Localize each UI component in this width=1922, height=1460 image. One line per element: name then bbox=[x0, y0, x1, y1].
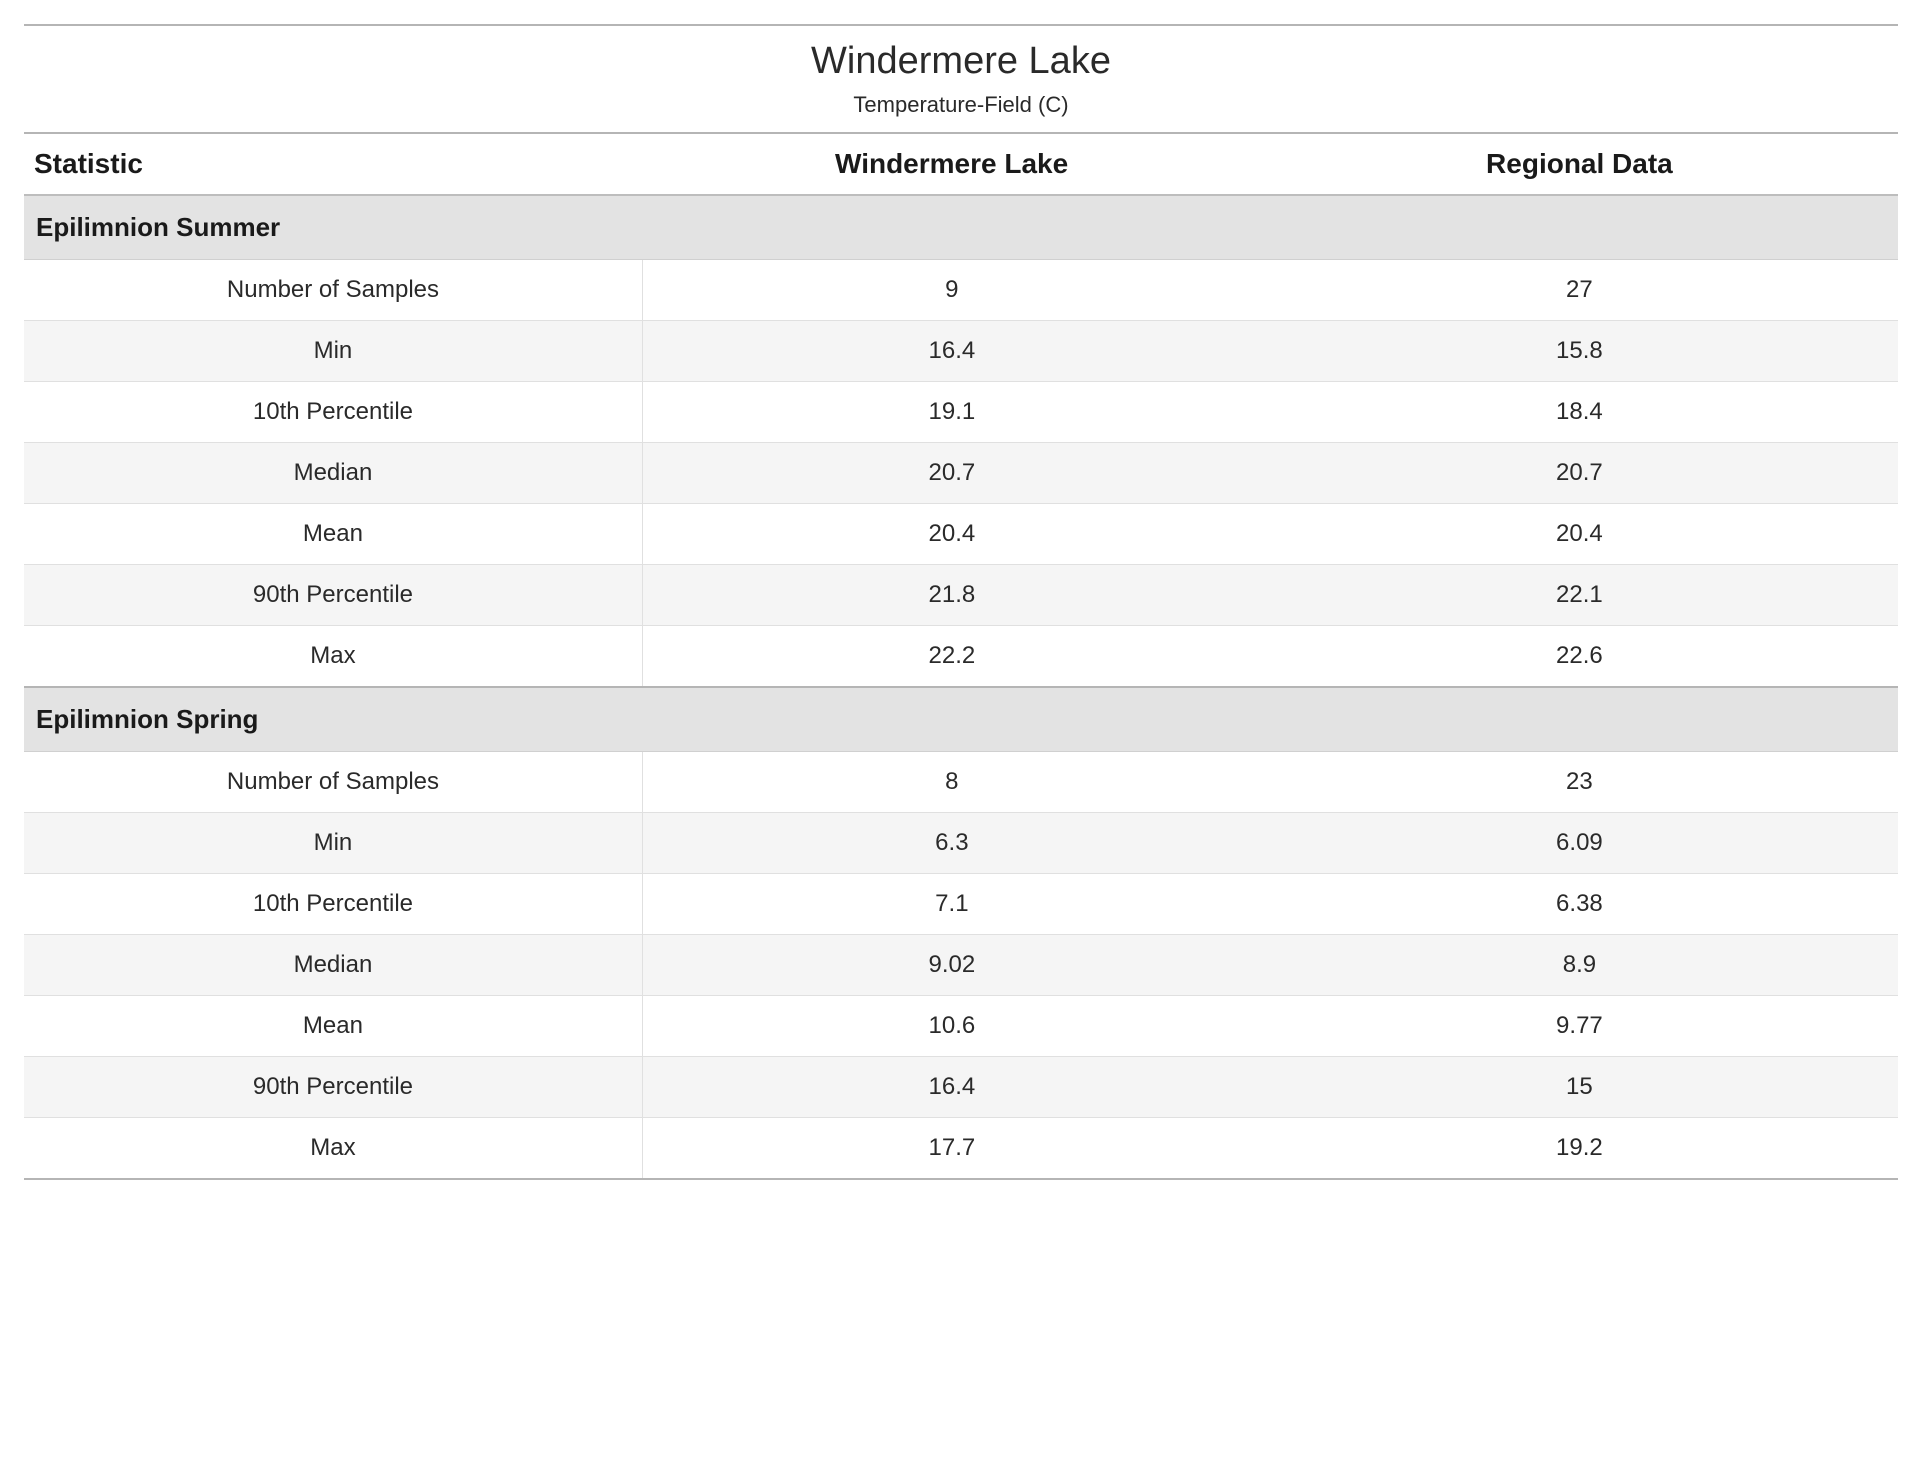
stat-name-cell: 10th Percentile bbox=[24, 381, 642, 442]
stat-name-cell: Max bbox=[24, 1117, 642, 1179]
region-value-cell: 27 bbox=[1261, 259, 1898, 320]
stat-name-cell: Number of Samples bbox=[24, 751, 642, 812]
region-value-cell: 20.4 bbox=[1261, 503, 1898, 564]
stat-name-cell: Mean bbox=[24, 995, 642, 1056]
table-row: 10th Percentile7.16.38 bbox=[24, 873, 1898, 934]
table-row: Mean20.420.4 bbox=[24, 503, 1898, 564]
region-value-cell: 15 bbox=[1261, 1056, 1898, 1117]
table-body: Epilimnion SummerNumber of Samples927Min… bbox=[24, 195, 1898, 1179]
region-value-cell: 22.1 bbox=[1261, 564, 1898, 625]
stat-name-cell: Min bbox=[24, 812, 642, 873]
page-container: Windermere Lake Temperature-Field (C) St… bbox=[0, 0, 1922, 1220]
section-title: Epilimnion Summer bbox=[24, 195, 1898, 260]
region-value-cell: 23 bbox=[1261, 751, 1898, 812]
col-header-region: Regional Data bbox=[1261, 134, 1898, 195]
table-row: Median9.028.9 bbox=[24, 934, 1898, 995]
region-value-cell: 18.4 bbox=[1261, 381, 1898, 442]
table-subtitle: Temperature-Field (C) bbox=[24, 92, 1898, 118]
region-value-cell: 19.2 bbox=[1261, 1117, 1898, 1179]
site-value-cell: 9.02 bbox=[642, 934, 1260, 995]
table-row: Number of Samples823 bbox=[24, 751, 1898, 812]
section-header-row: Epilimnion Spring bbox=[24, 687, 1898, 752]
stat-name-cell: Min bbox=[24, 320, 642, 381]
section-title: Epilimnion Spring bbox=[24, 687, 1898, 752]
stat-name-cell: 90th Percentile bbox=[24, 1056, 642, 1117]
site-value-cell: 8 bbox=[642, 751, 1260, 812]
site-value-cell: 9 bbox=[642, 259, 1260, 320]
region-value-cell: 6.38 bbox=[1261, 873, 1898, 934]
site-value-cell: 22.2 bbox=[642, 625, 1260, 687]
region-value-cell: 20.7 bbox=[1261, 442, 1898, 503]
table-title: Windermere Lake bbox=[24, 38, 1898, 86]
statistics-table: Statistic Windermere Lake Regional Data … bbox=[24, 134, 1898, 1180]
stat-name-cell: 10th Percentile bbox=[24, 873, 642, 934]
table-title-block: Windermere Lake Temperature-Field (C) bbox=[24, 26, 1898, 134]
site-value-cell: 16.4 bbox=[642, 1056, 1260, 1117]
table-row: Min6.36.09 bbox=[24, 812, 1898, 873]
table-row: Min16.415.8 bbox=[24, 320, 1898, 381]
stat-name-cell: Median bbox=[24, 442, 642, 503]
site-value-cell: 10.6 bbox=[642, 995, 1260, 1056]
table-row: Mean10.69.77 bbox=[24, 995, 1898, 1056]
table-row: Number of Samples927 bbox=[24, 259, 1898, 320]
column-header-row: Statistic Windermere Lake Regional Data bbox=[24, 134, 1898, 195]
region-value-cell: 15.8 bbox=[1261, 320, 1898, 381]
site-value-cell: 17.7 bbox=[642, 1117, 1260, 1179]
site-value-cell: 20.7 bbox=[642, 442, 1260, 503]
site-value-cell: 21.8 bbox=[642, 564, 1260, 625]
table-row: 90th Percentile16.415 bbox=[24, 1056, 1898, 1117]
table-row: 90th Percentile21.822.1 bbox=[24, 564, 1898, 625]
region-value-cell: 22.6 bbox=[1261, 625, 1898, 687]
region-value-cell: 9.77 bbox=[1261, 995, 1898, 1056]
site-value-cell: 16.4 bbox=[642, 320, 1260, 381]
stat-name-cell: Number of Samples bbox=[24, 259, 642, 320]
site-value-cell: 6.3 bbox=[642, 812, 1260, 873]
table-row: Max17.719.2 bbox=[24, 1117, 1898, 1179]
col-header-site: Windermere Lake bbox=[642, 134, 1260, 195]
table-row: 10th Percentile19.118.4 bbox=[24, 381, 1898, 442]
region-value-cell: 8.9 bbox=[1261, 934, 1898, 995]
table-row: Max22.222.6 bbox=[24, 625, 1898, 687]
region-value-cell: 6.09 bbox=[1261, 812, 1898, 873]
site-value-cell: 20.4 bbox=[642, 503, 1260, 564]
stat-name-cell: Mean bbox=[24, 503, 642, 564]
stat-name-cell: Max bbox=[24, 625, 642, 687]
section-header-row: Epilimnion Summer bbox=[24, 195, 1898, 260]
site-value-cell: 19.1 bbox=[642, 381, 1260, 442]
stat-name-cell: Median bbox=[24, 934, 642, 995]
site-value-cell: 7.1 bbox=[642, 873, 1260, 934]
stat-name-cell: 90th Percentile bbox=[24, 564, 642, 625]
table-row: Median20.720.7 bbox=[24, 442, 1898, 503]
col-header-statistic: Statistic bbox=[24, 134, 642, 195]
